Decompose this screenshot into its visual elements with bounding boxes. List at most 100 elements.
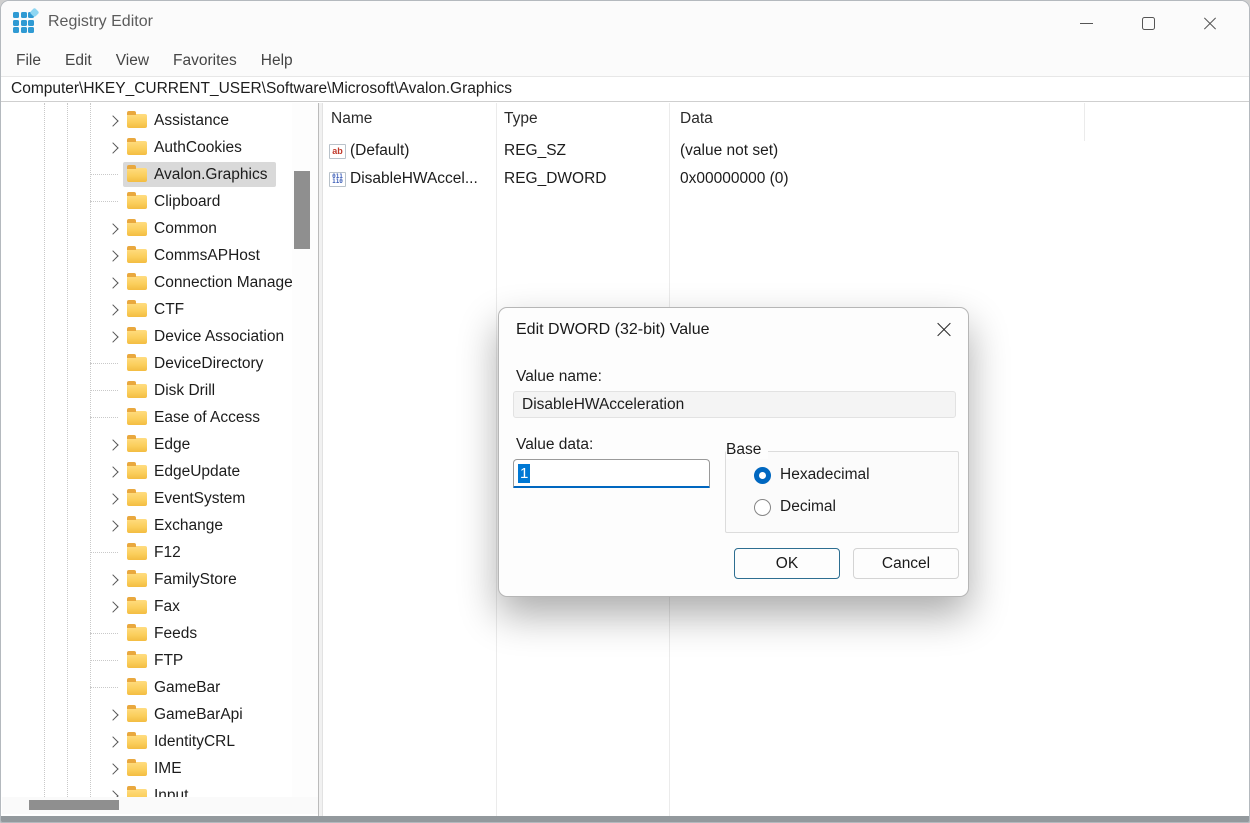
expand-chevron-icon[interactable] xyxy=(107,331,118,342)
tree-key-avalon-graphics[interactable]: Avalon.Graphics xyxy=(123,162,276,187)
folder-icon xyxy=(127,303,147,317)
expand-chevron-icon[interactable] xyxy=(107,709,118,720)
tree-key-disk-drill[interactable]: Disk Drill xyxy=(123,378,224,403)
tree-key-ease-of-access[interactable]: Ease of Access xyxy=(123,405,269,430)
tree-key-devicedirectory[interactable]: DeviceDirectory xyxy=(123,351,272,376)
value-data-cell: (value not set) xyxy=(669,142,1248,160)
expand-chevron-icon[interactable] xyxy=(107,790,118,797)
expand-chevron-icon[interactable] xyxy=(107,115,118,126)
folder-icon xyxy=(127,708,147,722)
radio-unselected-icon[interactable] xyxy=(754,499,771,516)
value-row[interactable]: ab(Default)REG_SZ(value not set) xyxy=(323,137,1248,165)
tree-key-common[interactable]: Common xyxy=(123,216,226,241)
tree-key-connection-manager[interactable]: Connection Manager xyxy=(123,270,292,295)
tree-key-f12[interactable]: F12 xyxy=(123,540,190,565)
expand-chevron-icon[interactable] xyxy=(107,142,118,153)
column-header-type[interactable]: Type xyxy=(496,110,669,128)
tree-key-gamebar[interactable]: GameBar xyxy=(123,675,229,700)
menu-view[interactable]: View xyxy=(116,52,149,70)
column-separator[interactable] xyxy=(496,103,497,817)
value-row[interactable]: 011110DisableHWAccel...REG_DWORD0x000000… xyxy=(323,165,1248,193)
tree-item: Input xyxy=(2,782,292,797)
menu-help[interactable]: Help xyxy=(261,52,293,70)
expand-chevron-icon[interactable] xyxy=(107,277,118,288)
column-header-data[interactable]: Data xyxy=(669,110,1248,128)
folder-icon xyxy=(127,222,147,236)
tree-item-label: IME xyxy=(154,760,182,778)
tree-item-gutter xyxy=(106,512,122,539)
ok-button[interactable]: OK xyxy=(734,548,840,579)
tree-item-gutter xyxy=(106,296,122,323)
maximize-button[interactable] xyxy=(1117,4,1179,44)
tree-key-ime[interactable]: IME xyxy=(123,756,191,781)
minimize-button[interactable] xyxy=(1055,4,1117,44)
value-name-cell: 011110DisableHWAccel... xyxy=(323,170,496,188)
tree-connector-line xyxy=(90,390,118,391)
tree-item-gutter xyxy=(106,269,122,296)
tree-key-feeds[interactable]: Feeds xyxy=(123,621,206,646)
tree-key-input[interactable]: Input xyxy=(123,783,197,797)
tree-key-ctf[interactable]: CTF xyxy=(123,297,193,322)
expand-chevron-icon[interactable] xyxy=(107,601,118,612)
expand-chevron-icon[interactable] xyxy=(107,304,118,315)
tree-horizontal-scrollbar[interactable] xyxy=(2,797,318,814)
tree-vertical-scrollbar[interactable] xyxy=(292,103,318,797)
expand-chevron-icon[interactable] xyxy=(107,493,118,504)
tree-item-gutter xyxy=(106,188,122,215)
dialog-close-icon[interactable] xyxy=(936,322,952,338)
tree-item-label: Common xyxy=(154,220,217,238)
tree-item-label: EdgeUpdate xyxy=(154,463,240,481)
tree-key-authcookies[interactable]: AuthCookies xyxy=(123,135,251,160)
folder-icon xyxy=(127,627,147,641)
tree-item: GameBarApi xyxy=(2,701,292,728)
value-name-text: DisableHWAcceleration xyxy=(522,396,684,414)
tree-key-eventsystem[interactable]: EventSystem xyxy=(123,486,254,511)
scrollbar-thumb[interactable] xyxy=(294,171,310,249)
value-data-text: 0x00000000 (0) xyxy=(680,170,789,187)
radio-option-hexadecimal[interactable]: Hexadecimal xyxy=(754,466,870,484)
folder-icon xyxy=(127,654,147,668)
tree-key-edgeupdate[interactable]: EdgeUpdate xyxy=(123,459,249,484)
expand-chevron-icon[interactable] xyxy=(107,466,118,477)
folder-icon xyxy=(127,276,147,290)
expand-chevron-icon[interactable] xyxy=(107,520,118,531)
expand-chevron-icon[interactable] xyxy=(107,439,118,450)
expand-chevron-icon[interactable] xyxy=(107,574,118,585)
tree-item-label: Avalon.Graphics xyxy=(154,166,267,184)
address-bar[interactable]: Computer\HKEY_CURRENT_USER\Software\Micr… xyxy=(1,76,1249,102)
cancel-button[interactable]: Cancel xyxy=(853,548,959,579)
tree-key-commsaphost[interactable]: CommsAPHost xyxy=(123,243,269,268)
list-header: Name Type Data xyxy=(323,103,1248,135)
menu-edit[interactable]: Edit xyxy=(65,52,92,70)
tree-key-assistance[interactable]: Assistance xyxy=(123,108,238,133)
radio-option-decimal[interactable]: Decimal xyxy=(754,498,836,516)
expand-chevron-icon[interactable] xyxy=(107,763,118,774)
tree-key-clipboard[interactable]: Clipboard xyxy=(123,189,229,214)
menu-favorites[interactable]: Favorites xyxy=(173,52,237,70)
value-data-text: 1 xyxy=(518,464,530,483)
scrollbar-thumb[interactable] xyxy=(29,800,119,810)
value-data-input[interactable]: 1 xyxy=(513,459,710,488)
tree-item: Connection Manager xyxy=(2,269,292,296)
tree-key-edge[interactable]: Edge xyxy=(123,432,199,457)
tree-key-fax[interactable]: Fax xyxy=(123,594,189,619)
tree-key-ftp[interactable]: FTP xyxy=(123,648,192,673)
tree-key-exchange[interactable]: Exchange xyxy=(123,513,232,538)
tree-item: F12 xyxy=(2,539,292,566)
tree-key-identitycrl[interactable]: IdentityCRL xyxy=(123,729,244,754)
string-glyph: ab xyxy=(332,147,343,156)
column-header-name[interactable]: Name xyxy=(323,110,496,128)
close-button[interactable] xyxy=(1179,4,1241,44)
value-name-field: DisableHWAcceleration xyxy=(513,391,956,418)
expand-chevron-icon[interactable] xyxy=(107,223,118,234)
expand-chevron-icon[interactable] xyxy=(107,736,118,747)
radio-selected-icon[interactable] xyxy=(754,467,771,484)
tree-item: FTP xyxy=(2,647,292,674)
folder-icon xyxy=(127,357,147,371)
tree-key-gamebarapi[interactable]: GameBarApi xyxy=(123,702,252,727)
tree-key-familystore[interactable]: FamilyStore xyxy=(123,567,246,592)
tree-item-label: Feeds xyxy=(154,625,197,643)
expand-chevron-icon[interactable] xyxy=(107,250,118,261)
tree-key-device-association[interactable]: Device Association xyxy=(123,324,292,349)
menu-file[interactable]: File xyxy=(16,52,41,70)
